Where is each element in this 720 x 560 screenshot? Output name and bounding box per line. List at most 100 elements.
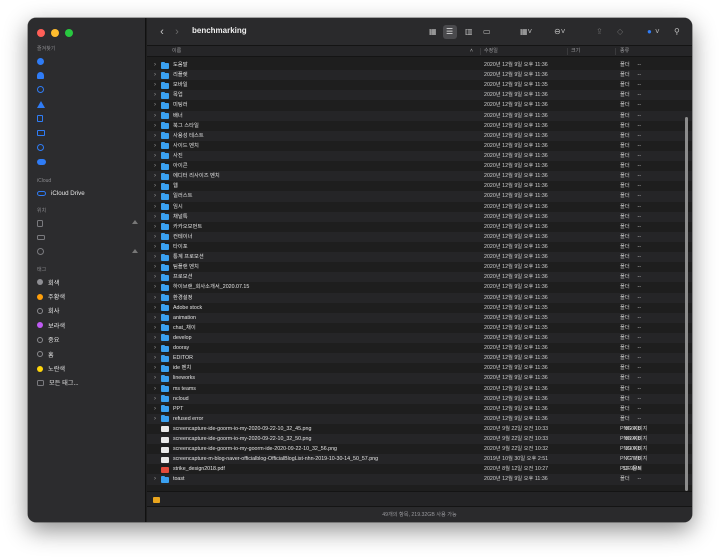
sidebar-item-location-3[interactable]: [28, 245, 146, 259]
file-row[interactable]: strike_design2018.pdf 2020년 8월 12일 오전 10:…: [147, 464, 692, 474]
sidebar-item-location-2[interactable]: [28, 230, 146, 244]
disclosure-chevron-icon[interactable]: ›: [154, 242, 156, 252]
list-view-button[interactable]: ☰: [443, 25, 457, 39]
disclosure-chevron-icon[interactable]: ›: [154, 363, 156, 373]
sidebar-item-downloads[interactable]: [28, 140, 146, 154]
disclosure-chevron-icon[interactable]: ›: [154, 293, 156, 303]
gallery-view-button[interactable]: ▭: [480, 25, 493, 39]
disclosure-chevron-icon[interactable]: ›: [154, 131, 156, 141]
column-divider[interactable]: [615, 48, 616, 55]
file-row[interactable]: › chat_채이 2020년 12월 9일 오후 11:35 -- 폴더: [147, 323, 692, 333]
column-size[interactable]: 크기: [571, 46, 580, 57]
file-row[interactable]: › PPT 2020년 12월 9일 오후 11:36 -- 폴더: [147, 404, 692, 414]
file-row[interactable]: › refused error 2020년 12월 9일 오후 11:36 -- 폴더: [147, 413, 692, 424]
sidebar-tag-item[interactable]: 주황색: [28, 289, 146, 303]
disclosure-chevron-icon[interactable]: ›: [154, 303, 156, 313]
sidebar-item-recents[interactable]: [28, 83, 146, 97]
disclosure-chevron-icon[interactable]: ›: [154, 252, 156, 262]
file-row[interactable]: › ms teams 2020년 12월 9일 오후 11:36 -- 폴더: [147, 384, 692, 394]
disclosure-chevron-icon[interactable]: ›: [154, 171, 156, 181]
file-row[interactable]: › 하이브랜_회사소개서_2020.07.15 2020년 12월 9일 오후 11…: [147, 282, 692, 292]
sidebar-item-creative-cloud[interactable]: [28, 155, 146, 169]
file-row[interactable]: › dooray 2020년 12월 9일 오후 11:36 -- 폴더: [147, 343, 692, 353]
file-row[interactable]: › 모바일 2020년 12월 9일 오후 11:35 -- 폴더: [147, 80, 692, 90]
file-row[interactable]: › 팀플랜 벤치 2020년 12월 9일 오후 11:36 -- 폴더: [147, 262, 692, 272]
sidebar-tag-item[interactable]: 보라색: [28, 318, 146, 332]
column-divider[interactable]: [480, 48, 481, 55]
file-row[interactable]: › 도움말 2020년 12월 9일 오후 11:36 -- 폴더: [147, 60, 692, 70]
disclosure-chevron-icon[interactable]: ›: [154, 384, 156, 394]
group-button[interactable]: ▦˅: [517, 25, 537, 39]
disclosure-chevron-icon[interactable]: ›: [154, 323, 156, 333]
disclosure-chevron-icon[interactable]: ›: [154, 212, 156, 222]
sidebar-item-desktop[interactable]: [28, 126, 146, 140]
file-row[interactable]: screencapture-ide-goorm-io-my-goorm-ide-…: [147, 444, 692, 454]
disclosure-chevron-icon[interactable]: ›: [154, 161, 156, 171]
file-row[interactable]: › 프로모션 2020년 12월 9일 오후 11:36 -- 폴더: [147, 272, 692, 283]
file-row[interactable]: › 북그 스타일 2020년 12월 9일 오후 11:36 -- 폴더: [147, 121, 692, 131]
file-row[interactable]: › EDITOR 2020년 12월 9일 오후 11:36 -- 폴더: [147, 353, 692, 364]
disclosure-chevron-icon[interactable]: ›: [154, 141, 156, 151]
close-button[interactable]: [37, 29, 45, 37]
file-row[interactable]: screencapture-ide-goorm-io-my-2020-09-22…: [147, 434, 692, 445]
column-divider[interactable]: [567, 48, 568, 55]
disclosure-chevron-icon[interactable]: ›: [154, 202, 156, 212]
disclosure-chevron-icon[interactable]: ›: [154, 151, 156, 161]
disclosure-chevron-icon[interactable]: ›: [154, 232, 156, 242]
disclosure-chevron-icon[interactable]: ›: [154, 394, 156, 404]
sidebar-item-apps[interactable]: [28, 97, 146, 111]
sidebar-item-icloud-drive[interactable]: iCloud Drive: [28, 186, 146, 200]
file-row[interactable]: › ide 벤치 2020년 12월 9일 오후 11:36 -- 폴더: [147, 363, 692, 373]
disclosure-chevron-icon[interactable]: ›: [154, 111, 156, 121]
disclosure-chevron-icon[interactable]: ›: [154, 100, 156, 110]
sidebar-item-applications[interactable]: [28, 68, 146, 82]
sidebar-tag-item[interactable]: 노란색: [28, 361, 146, 375]
sidebar-item-airdrop[interactable]: [28, 54, 146, 68]
forward-button[interactable]: ›: [172, 26, 182, 38]
eject-icon[interactable]: [132, 248, 138, 253]
column-view-button[interactable]: ▥: [462, 25, 475, 39]
file-row[interactable]: › 리플렛 2020년 12월 9일 오후 11:36 -- 폴더: [147, 70, 692, 81]
tag-button[interactable]: ◇: [614, 25, 626, 39]
disclosure-chevron-icon[interactable]: ›: [154, 191, 156, 201]
folder-icon[interactable]: [153, 497, 160, 503]
column-kind[interactable]: 종류: [620, 46, 629, 57]
disclosure-chevron-icon[interactable]: ›: [154, 353, 156, 363]
file-row[interactable]: › develop 2020년 12월 9일 오후 11:36 -- 폴더: [147, 332, 692, 344]
file-row[interactable]: screencapture-ide-goorm-io-my-2020-09-22…: [147, 424, 692, 434]
disclosure-chevron-icon[interactable]: ›: [154, 80, 156, 90]
minimize-button[interactable]: [51, 29, 59, 37]
file-row[interactable]: › lineworks 2020년 12월 9일 오후 11:36 -- 폴더: [147, 373, 692, 384]
more-button[interactable]: ● ˅: [645, 25, 665, 39]
disclosure-chevron-icon[interactable]: ›: [154, 70, 156, 80]
file-row[interactable]: › 통계 프로모션 2020년 12월 9일 오후 11:36 -- 폴더: [147, 252, 692, 263]
file-row[interactable]: › 사진 2020년 12월 9일 오후 11:36 -- 폴더: [147, 150, 692, 162]
file-row[interactable]: › 타이포 2020년 12월 9일 오후 11:36 -- 폴더: [147, 242, 692, 252]
sidebar-tag-item[interactable]: 중요: [28, 333, 146, 347]
disclosure-chevron-icon[interactable]: ›: [154, 343, 156, 353]
eject-icon[interactable]: [132, 220, 138, 224]
back-button[interactable]: ‹: [157, 26, 167, 38]
disclosure-chevron-icon[interactable]: ›: [154, 262, 156, 272]
file-row[interactable]: › 웹 2020년 12월 9일 오후 11:36 -- 폴더: [147, 181, 692, 191]
file-row[interactable]: › 목업 2020년 12월 9일 오후 11:36 -- 폴더: [147, 90, 692, 101]
file-row[interactable]: › 임시 2020년 12월 9일 오후 11:36 -- 폴더: [147, 202, 692, 212]
disclosure-chevron-icon[interactable]: ›: [154, 90, 156, 100]
sidebar-tag-item[interactable]: 모든 태그...: [28, 376, 146, 390]
file-row[interactable]: › ncloud 2020년 12월 9일 오후 11:36 -- 폴더: [147, 393, 692, 404]
file-row[interactable]: › 배너 2020년 12월 9일 오후 11:36 -- 폴더: [147, 110, 692, 121]
file-row[interactable]: › toast 2020년 12월 9일 오후 11:36 -- 폴더: [147, 474, 692, 485]
file-row[interactable]: › 미팅러 2020년 12월 9일 오후 11:36 -- 폴더: [147, 100, 692, 110]
disclosure-chevron-icon[interactable]: ›: [154, 272, 156, 282]
file-row[interactable]: › 에디터 리사이즈 벤치 2020년 12월 9일 오후 11:36 -- 폴더: [147, 171, 692, 182]
sort-chevron-icon[interactable]: ˄: [470, 46, 473, 57]
disclosure-chevron-icon[interactable]: ›: [154, 474, 156, 484]
grid-view-button[interactable]: ▦: [426, 25, 439, 39]
disclosure-chevron-icon[interactable]: ›: [154, 313, 156, 323]
file-row[interactable]: screencapture-m-blog-naver-officialblog-…: [147, 454, 692, 465]
disclosure-chevron-icon[interactable]: ›: [154, 373, 156, 383]
disclosure-chevron-icon[interactable]: ›: [154, 333, 156, 343]
file-row[interactable]: › 사용성 테스트 2020년 12월 9일 오후 11:36 -- 폴더: [147, 130, 692, 141]
file-row[interactable]: › 카카오모먼트 2020년 12월 9일 오후 11:36 -- 폴더: [147, 222, 692, 232]
vertical-scrollbar[interactable]: [685, 117, 688, 491]
